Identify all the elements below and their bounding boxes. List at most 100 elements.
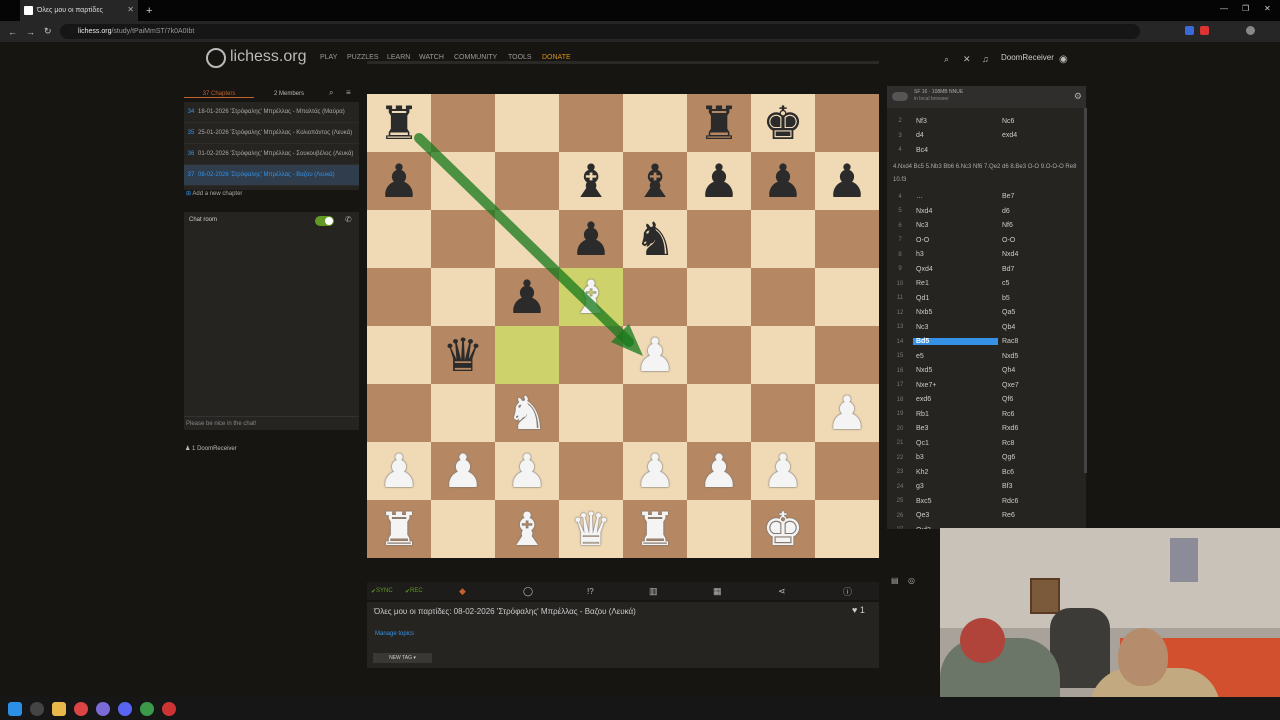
white-move[interactable]: g3 bbox=[913, 483, 998, 490]
white-pawn-icon[interactable]: ♟ bbox=[815, 384, 879, 442]
board-square[interactable]: ♟ bbox=[495, 268, 559, 326]
user-avatar-icon[interactable]: ◉ bbox=[1059, 54, 1068, 65]
white-move[interactable]: Kh2 bbox=[913, 469, 998, 476]
board-square[interactable]: ♟ bbox=[559, 210, 623, 268]
board-square[interactable]: ♝ bbox=[559, 152, 623, 210]
chat-toggle[interactable] bbox=[315, 216, 334, 226]
board-square[interactable] bbox=[559, 94, 623, 152]
board-square[interactable] bbox=[687, 326, 751, 384]
board-square[interactable] bbox=[495, 210, 559, 268]
black-king-icon[interactable]: ♚ bbox=[751, 94, 815, 152]
black-pawn-icon[interactable]: ♟ bbox=[559, 210, 623, 268]
board-square[interactable]: ♝ bbox=[495, 500, 559, 558]
black-move[interactable]: c5 bbox=[998, 280, 1083, 287]
black-rook-icon[interactable]: ♜ bbox=[687, 94, 751, 152]
board-square[interactable]: ♝ bbox=[559, 268, 623, 326]
white-pawn-icon[interactable]: ♟ bbox=[687, 442, 751, 500]
white-move[interactable]: d4 bbox=[913, 132, 998, 139]
back-icon[interactable]: ← bbox=[8, 27, 18, 37]
chapter-item[interactable]: 35 25-01-2026 'Στρόφαλης' Μπρέλλας - Κολι… bbox=[184, 123, 359, 144]
board-square[interactable]: ♟ bbox=[751, 442, 815, 500]
new-tag-select[interactable]: NEW TAG ▾ bbox=[373, 653, 432, 663]
white-move[interactable]: Bxc5 bbox=[913, 498, 998, 505]
board-square[interactable]: ♟ bbox=[687, 152, 751, 210]
black-move[interactable]: Rac8 bbox=[998, 338, 1083, 345]
close-icon[interactable]: ✕ bbox=[963, 54, 971, 65]
black-bishop-icon[interactable]: ♝ bbox=[559, 152, 623, 210]
close-tab-icon[interactable]: ✕ bbox=[127, 5, 134, 14]
nav-community[interactable]: COMMUNITY bbox=[454, 54, 497, 61]
board-square[interactable] bbox=[367, 326, 431, 384]
black-move[interactable]: Nf6 bbox=[998, 222, 1083, 229]
manage-topics-link[interactable]: Manage topics bbox=[375, 631, 414, 637]
profile-icon[interactable] bbox=[1246, 26, 1255, 35]
white-move[interactable]: Bd5 bbox=[913, 338, 998, 346]
board-square[interactable] bbox=[559, 384, 623, 442]
board-square[interactable] bbox=[623, 268, 687, 326]
board-square[interactable] bbox=[431, 500, 495, 558]
forward-icon[interactable]: → bbox=[26, 27, 36, 37]
member-name[interactable]: DoomReceiver bbox=[197, 446, 237, 452]
tag-icon[interactable]: ◆ bbox=[459, 586, 466, 597]
black-move[interactable]: Bd7 bbox=[998, 266, 1083, 273]
black-pawn-icon[interactable]: ♟ bbox=[815, 152, 879, 210]
board-square[interactable]: ♜ bbox=[367, 94, 431, 152]
board-square[interactable] bbox=[623, 384, 687, 442]
board-square[interactable] bbox=[431, 152, 495, 210]
black-move[interactable]: Re6 bbox=[998, 512, 1083, 519]
board-square[interactable]: ♜ bbox=[687, 94, 751, 152]
engine-toggle[interactable] bbox=[892, 92, 908, 101]
white-move[interactable]: O-O bbox=[913, 237, 998, 244]
board-square[interactable]: ♞ bbox=[623, 210, 687, 268]
board-square[interactable]: ♟ bbox=[623, 326, 687, 384]
white-rook-icon[interactable]: ♜ bbox=[623, 500, 687, 558]
white-pawn-icon[interactable]: ♟ bbox=[495, 442, 559, 500]
board-square[interactable]: ♟ bbox=[815, 152, 879, 210]
board-square[interactable] bbox=[687, 500, 751, 558]
board-square[interactable] bbox=[431, 384, 495, 442]
variation-line[interactable]: 4.Nxd4 Bc5 5.Nb3 Bb6 6.Nc3 Nf6 7.Qe2 d6 … bbox=[887, 157, 1086, 190]
board-square[interactable] bbox=[431, 268, 495, 326]
board-square[interactable]: ♛ bbox=[559, 500, 623, 558]
nav-learn[interactable]: LEARN bbox=[387, 54, 410, 61]
site-logo[interactable]: lichess.org bbox=[230, 48, 306, 66]
white-move[interactable]: Nxb5 bbox=[913, 309, 998, 316]
black-move[interactable]: Nxd5 bbox=[998, 353, 1083, 360]
black-pawn-icon[interactable]: ♟ bbox=[687, 152, 751, 210]
tab-chapters[interactable]: 37 Chapters bbox=[184, 91, 254, 98]
comment-icon[interactable]: ◯ bbox=[523, 586, 533, 597]
board-square[interactable] bbox=[367, 268, 431, 326]
white-move[interactable]: Nxd4 bbox=[913, 208, 998, 215]
board-square[interactable]: ♚ bbox=[751, 500, 815, 558]
white-move[interactable]: Nc3 bbox=[913, 222, 998, 229]
nav-puzzles[interactable]: PUZZLES bbox=[347, 54, 379, 61]
board-square[interactable] bbox=[623, 94, 687, 152]
board-square[interactable]: ♟ bbox=[815, 384, 879, 442]
white-move[interactable]: h3 bbox=[913, 251, 998, 258]
share-icon[interactable]: ⋖ bbox=[778, 586, 786, 597]
grid-icon[interactable]: ▦ bbox=[713, 586, 722, 597]
board-square[interactable] bbox=[367, 210, 431, 268]
nav-watch[interactable]: WATCH bbox=[419, 54, 444, 61]
chat-input[interactable]: Please be nice in the chat! bbox=[184, 416, 359, 430]
extension-icon[interactable] bbox=[1200, 26, 1209, 35]
board-square[interactable]: ♝ bbox=[623, 152, 687, 210]
lichess-logo-icon[interactable] bbox=[206, 48, 226, 68]
white-move[interactable]: Qc1 bbox=[913, 440, 998, 447]
bell-icon[interactable]: ♫ bbox=[982, 54, 989, 64]
black-move[interactable]: exd4 bbox=[998, 132, 1083, 139]
board-square[interactable] bbox=[367, 384, 431, 442]
nav-donate[interactable]: DONATE bbox=[542, 54, 571, 61]
white-knight-icon[interactable]: ♞ bbox=[495, 384, 559, 442]
board-square[interactable]: ♟ bbox=[431, 442, 495, 500]
board-square[interactable] bbox=[431, 94, 495, 152]
black-move[interactable]: Qb4 bbox=[998, 324, 1083, 331]
board-square[interactable]: ♟ bbox=[687, 442, 751, 500]
board-square[interactable] bbox=[687, 384, 751, 442]
new-tab-icon[interactable]: + bbox=[146, 5, 152, 17]
black-move[interactable]: Nc6 bbox=[998, 118, 1083, 125]
folder-icon[interactable] bbox=[52, 701, 66, 716]
menu-icon[interactable]: ≡ bbox=[346, 88, 351, 97]
viber-icon[interactable] bbox=[96, 701, 110, 716]
black-move[interactable]: Bc6 bbox=[998, 469, 1083, 476]
